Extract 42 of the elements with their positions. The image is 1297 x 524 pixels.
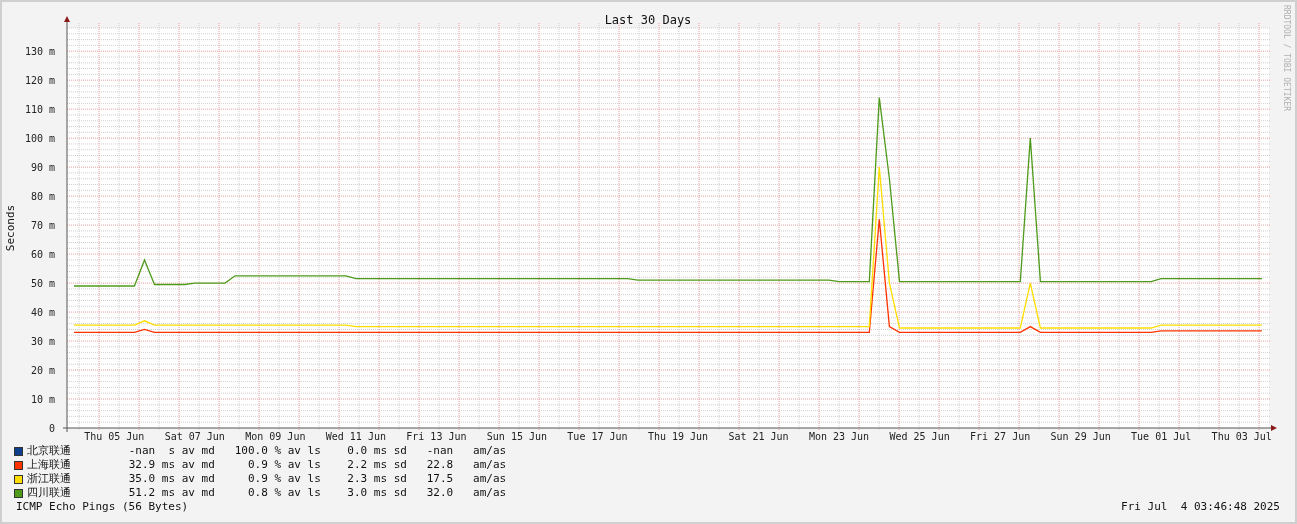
axis-label: Thu 19 Jun (647, 431, 709, 440)
axis-label: 110 m (24, 103, 55, 115)
legend-label: 浙江联通 (27, 472, 72, 486)
axis-label: 100 m (24, 132, 55, 144)
axis-title: Seconds (4, 204, 17, 252)
legend-label: 北京联通 (27, 444, 72, 458)
axis-label: 30 m (30, 335, 55, 347)
axis-label: Fri 13 Jun (406, 431, 467, 440)
probe-description: ICMP Echo Pings (56 Bytes) (16, 500, 189, 514)
axis-label: Sun 29 Jun (1050, 431, 1111, 440)
axis-label: Tue 17 Jun (567, 431, 628, 440)
axis-label: Sat 07 Jun (164, 431, 225, 440)
axis-label: 0 (48, 422, 55, 434)
axis-label: 130 m (24, 45, 55, 57)
axis-label: Fri 27 Jun (970, 431, 1031, 440)
legend-stats: 32.9 ms av md 0.9 % av ls 2.2 ms sd 22.8 am/as (127, 458, 507, 472)
axis-label: 80 m (30, 190, 55, 202)
axis-label: Wed 25 Jun (889, 431, 950, 440)
legend-label: 四川联通 (27, 486, 72, 500)
axis-label: Tue 01 Jul (1131, 431, 1192, 440)
legend-label: 上海联通 (27, 458, 72, 472)
axis-label: 10 m (30, 393, 55, 405)
axis-label: 90 m (30, 161, 55, 173)
credit-text: RRDTOOL / TOBI OETIKER (1282, 5, 1290, 111)
axis-label: Thu 03 Jul (1211, 431, 1272, 440)
axis-label: 20 m (30, 364, 55, 376)
legend-stats: 51.2 ms av md 0.8 % av ls 3.0 ms sd 32.0 am/as (127, 486, 507, 500)
axis-label: Sat 21 Jun (728, 431, 789, 440)
axis-label: Thu 05 Jun (84, 431, 145, 440)
axis-label: 40 m (30, 306, 55, 318)
axis-label: Mon 09 Jun (245, 431, 306, 440)
axis-label: Wed 11 Jun (325, 431, 386, 440)
axis-label: Mon 23 Jun (808, 431, 870, 440)
axis-label: 70 m (30, 219, 55, 231)
legend-stats: -nan s av md 100.0 % av ls 0.0 ms sd -nan am/as (127, 444, 507, 458)
axis-label: 60 m (30, 248, 55, 260)
chart-title: Last 30 Days (604, 13, 692, 27)
axis-label: Sun 15 Jun (486, 431, 548, 440)
axis-label: 50 m (30, 277, 55, 289)
axis-label: 120 m (24, 74, 55, 86)
legend-stats: 35.0 ms av md 0.9 % av ls 2.3 ms sd 17.5 am/as (127, 472, 507, 486)
timestamp: Fri Jul 4 03:46:48 2025 (1121, 500, 1280, 514)
